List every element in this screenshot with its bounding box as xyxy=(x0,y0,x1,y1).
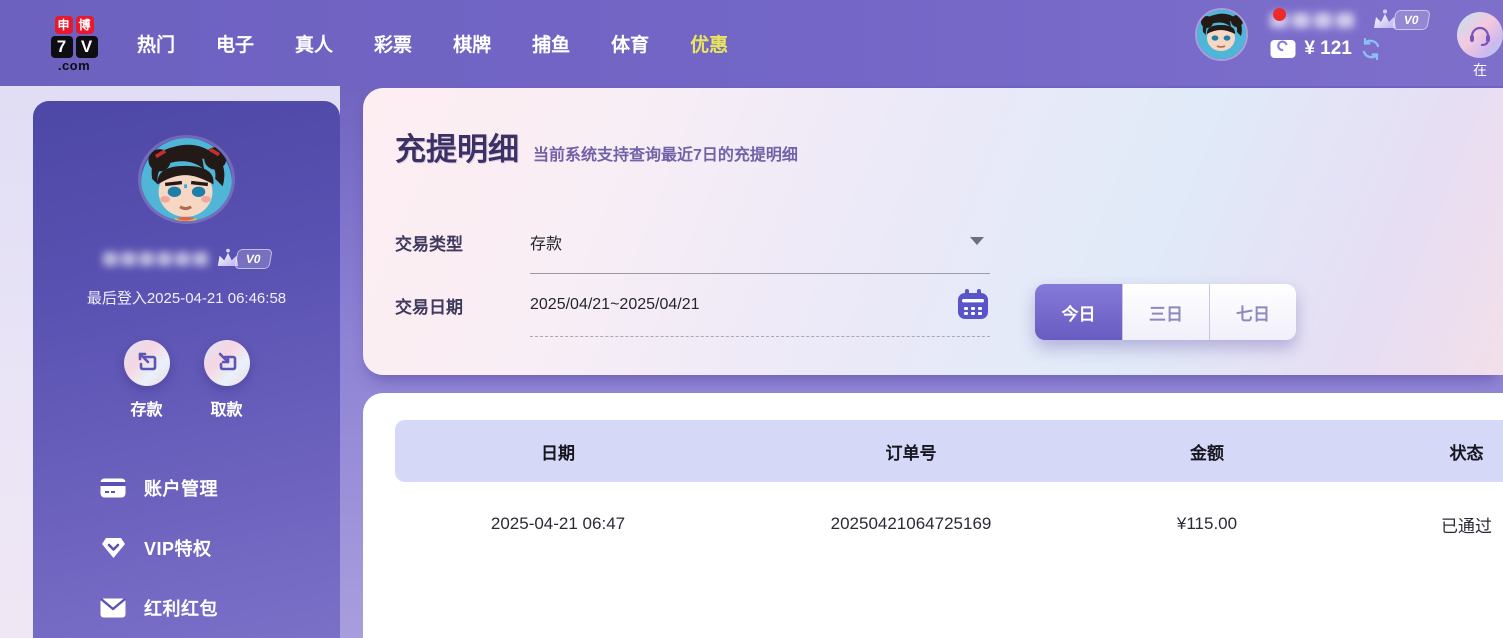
sidebar-item-vip[interactable]: VIP特权 xyxy=(100,518,340,578)
deposit-icon xyxy=(123,340,170,386)
logo-v: V xyxy=(75,35,98,58)
results-panel: 日期 订单号 金额 状态 2025-04-21 06:47 2025042106… xyxy=(363,393,1503,638)
withdraw-icon xyxy=(203,340,250,386)
transaction-type-value: 存款 xyxy=(530,236,563,253)
nav-item-cards[interactable]: 棋牌 xyxy=(453,30,491,57)
date-range-value: 2025/04/21~2025/04/21 xyxy=(530,296,700,313)
sidebar-item-account-label: 账户管理 xyxy=(144,479,218,499)
user-block: V0 ¥ 121 xyxy=(1195,8,1431,61)
date-range-tabs: 今日 三日 七日 xyxy=(1035,284,1296,340)
nav-item-live[interactable]: 真人 xyxy=(295,30,333,57)
header-date: 日期 xyxy=(395,420,721,482)
username-blurred xyxy=(102,251,208,266)
page-title: 充提明细 xyxy=(395,132,519,167)
nav-item-slots[interactable]: 电子 xyxy=(216,30,254,57)
header-status: 状态 xyxy=(1313,420,1503,482)
cell-date: 2025-04-21 06:47 xyxy=(490,514,626,533)
transaction-date-row: 交易日期 2025/04/21~2025/04/21 xyxy=(395,274,1503,337)
user-info: V0 ¥ 121 xyxy=(1270,8,1431,60)
main-region: 充提明细 当前系统支持查询最近7日的充提明细 交易类型 存款 交易日期 2025… xyxy=(340,86,1503,638)
transaction-date-label: 交易日期 xyxy=(395,298,463,317)
nav-item-lottery[interactable]: 彩票 xyxy=(374,30,412,57)
transaction-type-select[interactable]: 存款 xyxy=(530,211,990,274)
header-amount: 金额 xyxy=(1101,420,1313,482)
nav-item-fishing[interactable]: 捕鱼 xyxy=(532,30,570,57)
page-subtitle: 当前系统支持查询最近7日的充提明细 xyxy=(533,147,798,164)
last-login-text: 最后登入2025-04-21 06:46:58 xyxy=(86,290,287,307)
quick-actions: 存款 取款 xyxy=(123,340,250,420)
withdraw-button[interactable]: 取款 xyxy=(203,340,250,420)
nav-item-hot[interactable]: 热门 xyxy=(137,30,175,57)
balance-amount: ¥ 121 xyxy=(1304,38,1352,59)
sidebar-item-bonus-label: 红利红包 xyxy=(144,599,218,619)
date-range-input[interactable]: 2025/04/21~2025/04/21 xyxy=(530,274,990,337)
customer-service-button[interactable]: 在 xyxy=(1457,12,1503,80)
vip-level-badge: V0 xyxy=(233,248,273,269)
cell-amount: ¥115.00 xyxy=(1176,514,1238,533)
site-logo[interactable]: 申 博 7 V .com xyxy=(35,15,113,73)
sidebar-item-bonus[interactable]: 红利红包 xyxy=(100,578,340,638)
calendar-icon[interactable] xyxy=(956,288,990,320)
nav-item-promo[interactable]: 优惠 xyxy=(690,30,728,57)
sidebar-item-vip-label: VIP特权 xyxy=(144,539,212,559)
tab-seven-days[interactable]: 七日 xyxy=(1209,284,1296,340)
table-header-row: 日期 订单号 金额 状态 xyxy=(395,420,1503,482)
transaction-type-label: 交易类型 xyxy=(395,235,463,254)
header-order: 订单号 xyxy=(721,420,1101,482)
deposit-label: 存款 xyxy=(130,402,163,419)
red-packet-icon xyxy=(100,598,126,618)
logo-7v: 7 V xyxy=(50,35,98,58)
logo-com-text: .com xyxy=(57,57,91,73)
vip-gem-icon xyxy=(100,537,126,559)
cell-status: 已通过 xyxy=(1441,516,1492,536)
sidebar: V0 最后登入2025-04-21 06:46:58 存款 取款 账户管理 VI… xyxy=(33,101,340,638)
vip-level-badge: V0 xyxy=(1392,10,1431,30)
transaction-type-row: 交易类型 存款 xyxy=(395,211,1503,274)
tab-three-days[interactable]: 三日 xyxy=(1122,284,1209,340)
tab-today[interactable]: 今日 xyxy=(1035,284,1122,340)
nav-item-sports[interactable]: 体育 xyxy=(611,30,649,57)
notification-dot xyxy=(1273,8,1286,21)
logo-top-row: 申 博 xyxy=(54,15,94,34)
filters: 交易类型 存款 交易日期 2025/04/21~2025/04/21 xyxy=(395,211,1503,337)
sidebar-item-account[interactable]: 账户管理 xyxy=(100,458,340,518)
wallet-icon xyxy=(1270,39,1296,59)
wallet-row: ¥ 121 xyxy=(1270,38,1429,60)
transactions-table: 日期 订单号 金额 状态 2025-04-21 06:47 2025042106… xyxy=(395,420,1503,566)
table-row: 2025-04-21 06:47 20250421064725169 ¥115.… xyxy=(395,482,1503,566)
logo-char-2: 博 xyxy=(75,15,94,34)
filter-panel: 充提明细 当前系统支持查询最近7日的充提明细 交易类型 存款 交易日期 2025… xyxy=(363,88,1503,375)
refresh-balance-icon[interactable] xyxy=(1360,38,1382,60)
customer-service-icon xyxy=(1457,12,1503,58)
top-navbar: 申 博 7 V .com 热门 电子 真人 彩票 棋牌 捕鱼 体育 优惠 V0 … xyxy=(0,0,1503,86)
cell-order: 20250421064725169 xyxy=(830,514,992,533)
profile-avatar[interactable] xyxy=(138,135,235,224)
vip-level-chip[interactable]: V0 xyxy=(214,248,273,269)
deposit-button[interactable]: 存款 xyxy=(123,340,170,420)
bank-card-icon xyxy=(100,478,126,498)
logo-char-1: 申 xyxy=(54,15,73,34)
logo-7: 7 xyxy=(50,35,73,58)
chevron-down-icon xyxy=(970,237,984,245)
sidebar-menu: 账户管理 VIP特权 红利红包 xyxy=(33,458,340,638)
main-nav: 热门 电子 真人 彩票 棋牌 捕鱼 体育 优惠 xyxy=(137,30,728,57)
customer-service-label: 在 xyxy=(1473,62,1487,78)
vip-level-chip[interactable]: V0 xyxy=(1370,9,1431,31)
avatar[interactable] xyxy=(1195,8,1249,61)
withdraw-label: 取款 xyxy=(210,402,243,419)
